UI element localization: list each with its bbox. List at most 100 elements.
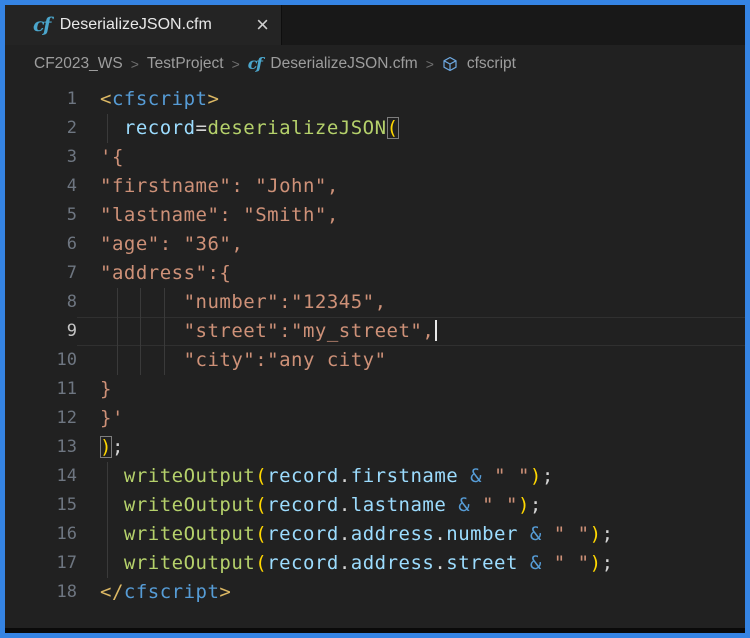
tab-deserializejson[interactable]: cf DeserializeJSON.cfm × — [5, 5, 282, 45]
breadcrumb-item-project[interactable]: TestProject — [147, 55, 224, 73]
code-token: '{ — [100, 146, 124, 168]
line-number[interactable]: 9 — [5, 317, 77, 346]
window-bottom-strip — [5, 628, 745, 633]
code-line[interactable]: "street":"my_street", — [77, 317, 745, 346]
indent-guide — [140, 346, 141, 375]
code-token: ) — [518, 494, 530, 516]
code-row: 8 "number":"12345", — [5, 288, 745, 317]
line-number[interactable]: 8 — [5, 288, 77, 317]
code-token: > — [219, 581, 231, 603]
code-line[interactable]: writeOutput(record.lastname & " "); — [77, 491, 745, 520]
chevron-right-icon: > — [131, 56, 139, 72]
code-line[interactable]: writeOutput(record.firstname & " "); — [77, 462, 745, 491]
indent-guide — [107, 520, 108, 549]
code-token: deserializeJSON — [207, 117, 386, 139]
code-line[interactable]: } — [77, 375, 745, 404]
code-token: " " — [494, 465, 530, 487]
code-token: "firstname": "John", — [100, 175, 339, 197]
code-line[interactable]: "city":"any city" — [77, 346, 745, 375]
line-number[interactable]: 15 — [5, 491, 77, 520]
code-line[interactable]: '{ — [77, 143, 745, 172]
code-line[interactable]: writeOutput(record.address.street & " ")… — [77, 549, 745, 578]
code-line[interactable]: "lastname": "Smith", — [77, 201, 745, 230]
code-token: "number":"12345", — [100, 291, 387, 313]
code-token: & — [530, 552, 542, 574]
vscode-window: cf DeserializeJSON.cfm × CF2023_WS > Tes… — [0, 0, 750, 638]
code-token: . — [434, 552, 446, 574]
code-row: 2 record=deserializeJSON( — [5, 114, 745, 143]
code-token: address — [351, 523, 435, 545]
code-token: ; — [112, 436, 124, 458]
symbol-cube-icon — [442, 56, 458, 72]
chevron-right-icon: > — [232, 56, 240, 72]
code-line[interactable]: ); — [77, 433, 745, 462]
code-line[interactable]: "firstname": "John", — [77, 172, 745, 201]
code-token: ; — [602, 552, 614, 574]
code-token: "street":"my_street", — [100, 320, 434, 342]
line-number[interactable]: 16 — [5, 520, 77, 549]
close-icon[interactable]: × — [256, 14, 269, 36]
code-token: ) — [100, 436, 112, 458]
code-token: ( — [255, 552, 267, 574]
code-row: 13); — [5, 433, 745, 462]
code-token: ) — [530, 465, 542, 487]
code-token: writeOutput — [100, 552, 255, 574]
tab-bar: cf DeserializeJSON.cfm × — [5, 5, 745, 45]
indent-guide — [164, 317, 165, 346]
code-line[interactable]: "age": "36", — [77, 230, 745, 259]
code-token: ; — [602, 523, 614, 545]
code-token: ) — [590, 523, 602, 545]
indent-guide — [164, 346, 165, 375]
line-number[interactable]: 13 — [5, 433, 77, 462]
chevron-right-icon: > — [426, 56, 434, 72]
line-number[interactable]: 1 — [5, 85, 77, 114]
line-number[interactable]: 7 — [5, 259, 77, 288]
line-number[interactable]: 10 — [5, 346, 77, 375]
line-number[interactable]: 14 — [5, 462, 77, 491]
code-token: writeOutput — [100, 494, 255, 516]
breadcrumb-item-workspace[interactable]: CF2023_WS — [34, 55, 123, 73]
line-number[interactable]: 11 — [5, 375, 77, 404]
line-number[interactable]: 6 — [5, 230, 77, 259]
code-token — [542, 552, 554, 574]
code-line[interactable]: "number":"12345", — [77, 288, 745, 317]
code-row: 17 writeOutput(record.address.street & "… — [5, 549, 745, 578]
code-line[interactable]: }' — [77, 404, 745, 433]
code-row: 6 "age": "36", — [5, 230, 745, 259]
line-number[interactable]: 5 — [5, 201, 77, 230]
code-token — [542, 523, 554, 545]
code-token: ; — [542, 465, 554, 487]
code-row: 4 "firstname": "John", — [5, 172, 745, 201]
line-number[interactable]: 3 — [5, 143, 77, 172]
line-number[interactable]: 2 — [5, 114, 77, 143]
indent-guide — [140, 288, 141, 317]
code-token: " " — [482, 494, 518, 516]
code-token: ; — [530, 494, 542, 516]
code-token: "age": "36", — [100, 233, 243, 255]
indent-guide — [117, 288, 118, 317]
code-token: ( — [387, 117, 399, 139]
breadcrumb-item-symbol[interactable]: cfscript — [467, 55, 516, 73]
coldfusion-icon: cf — [33, 16, 50, 35]
code-row: 11} — [5, 375, 745, 404]
line-number[interactable]: 12 — [5, 404, 77, 433]
code-token: "address":{ — [100, 262, 231, 284]
code-token: . — [339, 523, 351, 545]
tab-title: DeserializeJSON.cfm — [60, 16, 212, 34]
code-token: } — [100, 378, 112, 400]
line-number[interactable]: 18 — [5, 578, 77, 607]
line-number[interactable]: 17 — [5, 549, 77, 578]
code-editor[interactable]: 1<cfscript>2 record=deserializeJSON(3 '{ 4… — [5, 82, 745, 628]
code-token: record — [267, 465, 339, 487]
line-number[interactable]: 4 — [5, 172, 77, 201]
code-line[interactable]: </cfscript> — [77, 578, 745, 607]
code-token: . — [339, 552, 351, 574]
code-line[interactable]: record=deserializeJSON( — [77, 114, 745, 143]
indent-guide — [107, 549, 108, 578]
indent-guide — [107, 114, 108, 143]
code-line[interactable]: writeOutput(record.address.number & " ")… — [77, 520, 745, 549]
breadcrumb-item-file[interactable]: DeserializeJSON.cfm — [270, 55, 417, 73]
code-line[interactable]: <cfscript> — [77, 85, 745, 114]
code-token: writeOutput — [100, 523, 255, 545]
code-line[interactable]: "address":{ — [77, 259, 745, 288]
